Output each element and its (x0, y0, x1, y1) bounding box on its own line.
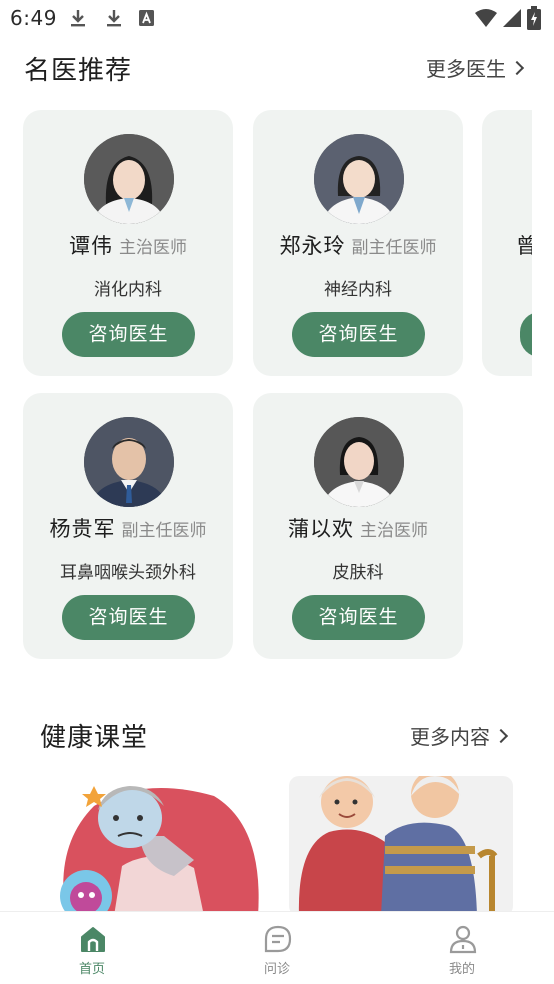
doctor-title: 主治医师 (119, 238, 187, 258)
nav-item-home[interactable]: 首页 (0, 912, 184, 984)
nav-item-me[interactable]: 我的 (370, 912, 554, 984)
doctor-department: 神经内科 (324, 280, 392, 300)
doctor-title: 主治医师 (360, 521, 428, 541)
download-icon (71, 10, 85, 27)
nav-label-home: 首页 (78, 962, 105, 977)
doctors-section-title: 名医推荐 (24, 56, 133, 86)
consult-doctor-button-partial[interactable] (520, 312, 532, 357)
battery-icon (527, 6, 541, 30)
nav-item-consult[interactable]: 问诊 (185, 912, 369, 984)
doctor-name: 谭伟 (69, 234, 113, 258)
person-icon (449, 925, 477, 954)
chat-icon (264, 925, 292, 953)
bottom-nav: 首页 问诊 我的 (0, 911, 554, 984)
doctor-department: 耳鼻咽喉头颈外科 (60, 563, 196, 583)
doctor-card[interactable]: 谭伟 主治医师 消化内科 咨询医生 (23, 110, 233, 376)
more-content-label: 更多内容 (410, 725, 490, 749)
consult-doctor-button[interactable]: 咨询医生 (292, 312, 425, 357)
consult-doctor-button[interactable]: 咨询医生 (292, 595, 425, 640)
status-time: 6:49 (10, 6, 57, 30)
health-course-image[interactable] (44, 776, 268, 916)
nav-label-consult: 问诊 (263, 962, 290, 977)
more-doctors-link[interactable]: 更多医生 (426, 53, 525, 82)
doctor-card[interactable]: 郑永玲 副主任医师 神经内科 咨询医生 (253, 110, 463, 376)
health-course-image[interactable] (289, 776, 513, 916)
doctor-avatar (314, 417, 404, 507)
chevron-right-icon (509, 60, 525, 75)
download-icon (107, 10, 121, 27)
home-page: 6:49 名医推荐 更多医生 谭伟 主治医师 消化内科 咨询医生 郑永玲 副主任… (0, 0, 554, 984)
doctor-card[interactable]: 蒲以欢 主治医师 皮肤科 咨询医生 (253, 393, 463, 659)
more-doctors-label: 更多医生 (426, 57, 506, 81)
home-icon (81, 927, 105, 952)
chevron-right-icon (493, 728, 509, 743)
doctor-avatar (84, 134, 174, 224)
doctor-avatar (84, 417, 174, 507)
doctor-name: 蒲以欢 (288, 517, 354, 541)
cellular-signal-icon (503, 9, 521, 27)
doctor-card-partial[interactable]: 曾 (482, 110, 532, 376)
doctor-avatar (314, 134, 404, 224)
doctor-department: 消化内科 (94, 280, 162, 300)
health-section-title: 健康课堂 (40, 723, 149, 753)
doctor-card[interactable]: 杨贵军 副主任医师 耳鼻咽喉头颈外科 咨询医生 (23, 393, 233, 659)
doctor-title: 副主任医师 (351, 238, 437, 258)
doctor-title: 副主任医师 (121, 521, 207, 541)
consult-doctor-button[interactable]: 咨询医生 (62, 595, 195, 640)
doctor-name: 杨贵军 (49, 517, 116, 541)
notification-app-icon (139, 10, 154, 26)
more-content-link[interactable]: 更多内容 (410, 721, 509, 750)
status-bar: 6:49 (0, 0, 554, 36)
nav-label-me: 我的 (448, 962, 475, 977)
consult-doctor-button[interactable]: 咨询医生 (62, 312, 195, 357)
doctor-name: 郑永玲 (279, 234, 346, 258)
wifi-icon (475, 9, 497, 27)
doctor-name-partial: 曾 (516, 234, 532, 258)
doctor-department: 皮肤科 (332, 563, 384, 583)
